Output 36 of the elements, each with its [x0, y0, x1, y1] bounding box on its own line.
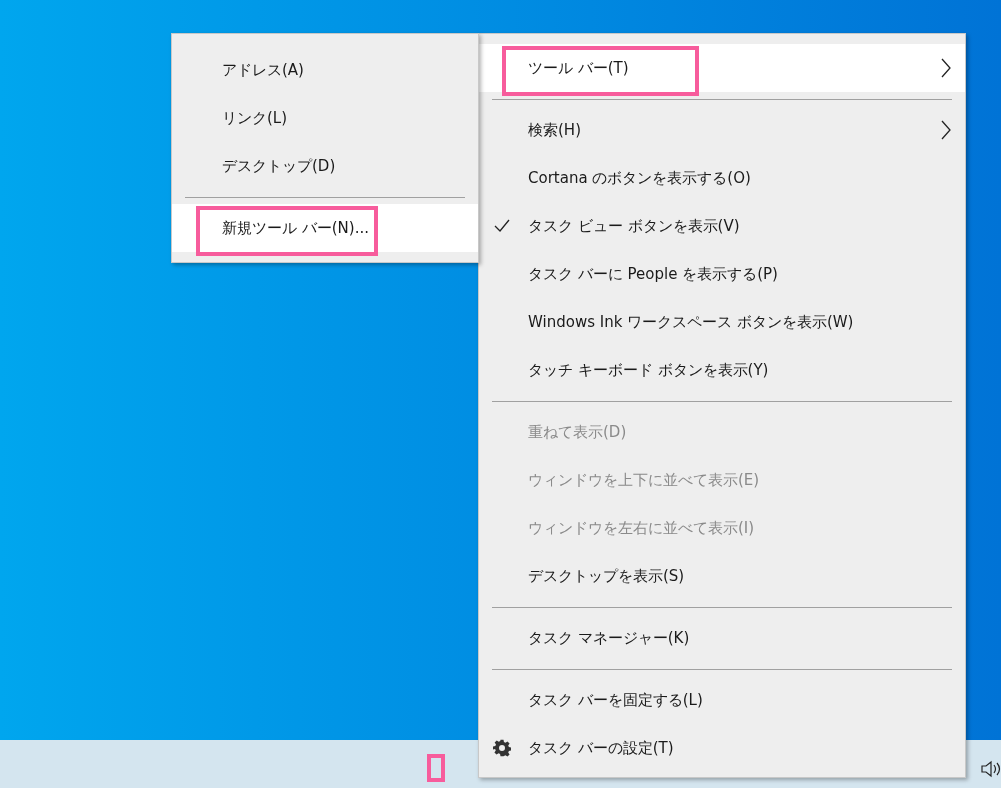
chevron-right-icon: [941, 58, 951, 78]
menu-item-label: Cortana のボタンを表示する(O): [528, 167, 751, 189]
menu-item[interactable]: タッチ キーボード ボタンを表示(Y): [479, 346, 965, 394]
menu-item-label: タッチ キーボード ボタンを表示(Y): [528, 359, 769, 381]
menu-item-label: タスク バーに People を表示する(P): [528, 263, 778, 285]
menu-item[interactable]: タスク ビュー ボタンを表示(V): [479, 202, 965, 250]
speaker-icon[interactable]: [981, 760, 1001, 778]
menu-item-label: Windows Ink ワークスペース ボタンを表示(W): [528, 311, 854, 333]
menu-item-label: 検索(H): [528, 119, 581, 141]
menu-item-label: デスクトップを表示(S): [528, 565, 685, 587]
menu-item[interactable]: Cortana のボタンを表示する(O): [479, 154, 965, 202]
chevron-right-icon: [941, 120, 951, 140]
menu-item[interactable]: 検索(H): [479, 106, 965, 154]
menu-item-label: ウィンドウを上下に並べて表示(E): [528, 469, 760, 491]
menu-item-label: デスクトップ(D): [222, 155, 336, 177]
menu-item[interactable]: タスク バーに People を表示する(P): [479, 250, 965, 298]
menu-item[interactable]: タスク マネージャー(K): [479, 614, 965, 662]
menu-item-label: タスク バーを固定する(L): [528, 689, 703, 711]
menu-item-label: タスク ビュー ボタンを表示(V): [528, 215, 740, 237]
menu-item[interactable]: デスクトップ(D): [172, 142, 478, 190]
menu-item-label: 新規ツール バー(N)...: [222, 217, 369, 239]
menu-item[interactable]: タスク バーの設定(T): [479, 724, 965, 772]
menu-item[interactable]: リンク(L): [172, 94, 478, 142]
menu-item[interactable]: Windows Ink ワークスペース ボタンを表示(W): [479, 298, 965, 346]
checkmark-icon: [494, 219, 510, 233]
menu-item[interactable]: デスクトップを表示(S): [479, 552, 965, 600]
gear-icon: [493, 739, 511, 757]
menu-item-label: リンク(L): [222, 107, 288, 129]
menu-item-label: アドレス(A): [222, 59, 304, 81]
menu-item-label: ウィンドウを左右に並べて表示(I): [528, 517, 755, 539]
menu-item-label: タスク マネージャー(K): [528, 627, 690, 649]
menu-item[interactable]: アドレス(A): [172, 46, 478, 94]
menu-item[interactable]: タスク バーを固定する(L): [479, 676, 965, 724]
menu-item-label: ツール バー(T): [528, 57, 629, 79]
menu-item-label: タスク バーの設定(T): [528, 737, 674, 759]
menu-item-label: 重ねて表示(D): [528, 421, 627, 443]
